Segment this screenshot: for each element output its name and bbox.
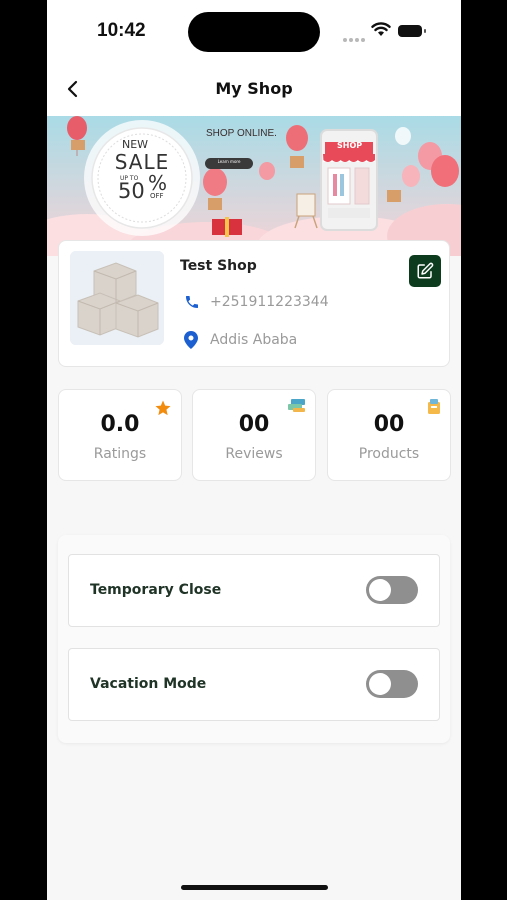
phone-screen: 10:42 My Shop NEW SALE UP TO 50 % OFF SH…: [47, 0, 461, 900]
nav-bar: My Shop: [47, 62, 461, 116]
shop-location: Addis Ababa: [210, 332, 298, 348]
stat-label: Products: [358, 446, 420, 462]
signal-icon: [343, 27, 367, 46]
setting-label: Temporary Close: [90, 582, 222, 598]
wifi-icon: [371, 22, 391, 36]
toggle-knob: [369, 579, 391, 601]
sale-badge: NEW SALE UP TO 50 % OFF: [92, 138, 192, 203]
setting-row-temporary-close: Temporary Close: [68, 554, 440, 627]
shop-info-card: Test Shop +251911223344 Addis Ababa: [58, 240, 450, 367]
status-time: 10:42: [97, 20, 146, 41]
storefront-sign: SHOP: [337, 141, 363, 150]
stat-label: Ratings: [93, 446, 147, 462]
sale-badge-sale: SALE: [114, 150, 170, 174]
status-bar: 10:42: [47, 0, 461, 62]
stat-card-products[interactable]: 00 Products: [327, 389, 451, 481]
sale-badge-off: OFF: [150, 192, 164, 200]
vacation-mode-toggle[interactable]: [366, 670, 418, 698]
stat-value: 00: [373, 412, 405, 437]
reviews-icon: [288, 399, 305, 412]
temporary-close-toggle[interactable]: [366, 576, 418, 604]
banner-button: Learn more: [217, 159, 241, 164]
shop-phone: +251911223344: [210, 294, 329, 310]
dynamic-island: [188, 12, 320, 52]
location-pin-icon: [184, 331, 198, 349]
edit-icon: [417, 262, 434, 279]
stat-card-ratings[interactable]: 0.0 Ratings: [58, 389, 182, 481]
shop-banner: NEW SALE UP TO 50 % OFF SHOP ONLINE. Lea…: [47, 116, 461, 256]
products-icon: [428, 399, 440, 414]
stat-card-reviews[interactable]: 00 Reviews: [192, 389, 316, 481]
page-title: My Shop: [215, 79, 293, 98]
banner-headline: SHOP ONLINE.: [206, 128, 277, 139]
star-icon: [155, 400, 171, 416]
battery-icon: [398, 25, 426, 37]
phone-icon: [186, 296, 198, 308]
home-indicator: [181, 885, 328, 890]
edit-shop-button[interactable]: [409, 255, 441, 287]
stat-value: 00: [238, 412, 270, 437]
setting-row-vacation-mode: Vacation Mode: [68, 648, 440, 721]
setting-label: Vacation Mode: [90, 676, 207, 692]
shop-settings-panel: Temporary Close Vacation Mode: [58, 535, 450, 743]
stat-label: Reviews: [225, 446, 283, 462]
shop-image: [70, 251, 164, 345]
sale-badge-percent: 50: [118, 179, 145, 203]
toggle-knob: [369, 673, 391, 695]
shop-name: Test Shop: [180, 258, 257, 274]
